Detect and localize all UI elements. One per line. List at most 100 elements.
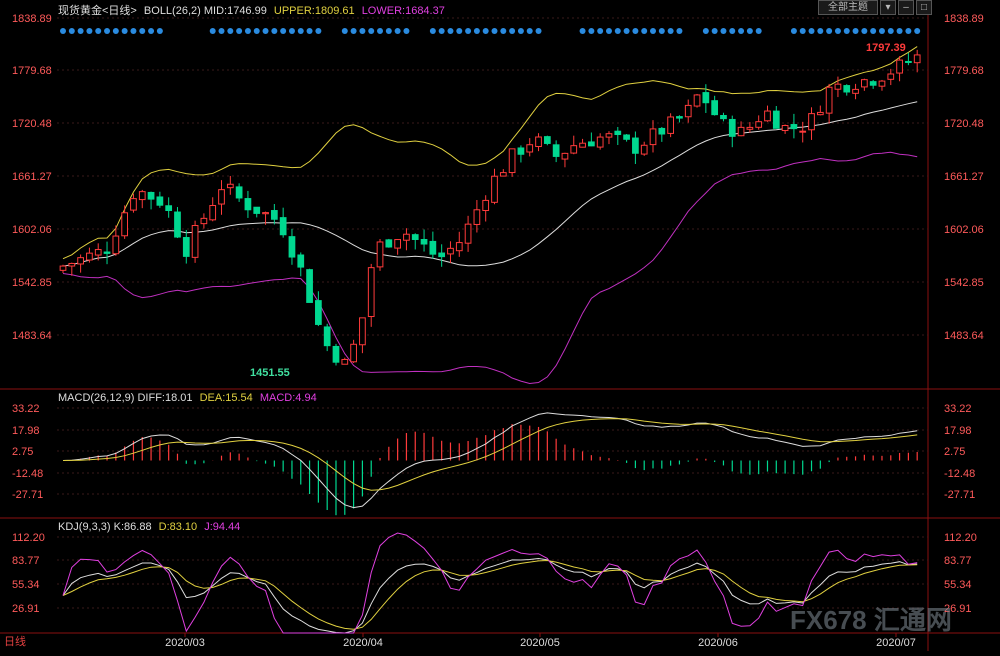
macd-y-tick-right: -12.48	[944, 468, 975, 480]
candle-body	[182, 237, 190, 257]
x-tick-label: 2020/03	[165, 637, 205, 649]
maximize-icon[interactable]: □	[916, 0, 932, 15]
signal-dot	[130, 28, 137, 34]
candle-body	[684, 104, 692, 118]
candle-body	[174, 211, 181, 238]
signal-dot	[368, 28, 375, 34]
signal-dot	[799, 28, 806, 34]
price-y-tick-right: 1720.48	[944, 118, 984, 130]
candle-body	[438, 252, 446, 258]
watermark: FX678 汇通网	[790, 605, 952, 635]
signal-dot	[526, 28, 533, 34]
boll-lower-line	[62, 151, 918, 385]
candle-body	[737, 126, 745, 137]
candle-body	[579, 142, 586, 148]
candle-body	[790, 124, 798, 130]
signal-dot	[473, 28, 480, 34]
candle-body	[825, 86, 833, 114]
signal-dot	[623, 28, 630, 34]
candles	[59, 49, 921, 366]
candle-body	[59, 265, 67, 271]
candle-body	[341, 358, 349, 365]
candle-body	[191, 225, 199, 258]
candle-body	[288, 236, 296, 258]
candle-body	[508, 148, 516, 174]
signal-dot	[148, 28, 155, 34]
macd-label: MACD(26,12,9)	[58, 392, 135, 404]
signal-dot	[746, 28, 753, 34]
candle-body	[68, 262, 76, 267]
signal-dot	[808, 28, 815, 34]
candle-body	[323, 326, 331, 347]
period-tab[interactable]: 日线	[4, 633, 26, 649]
candle-body	[517, 147, 525, 155]
candle-body	[279, 217, 287, 236]
signal-dot	[896, 28, 903, 34]
macd-y-tick-left: 33.22	[12, 403, 40, 415]
candle-body	[77, 257, 84, 265]
kdj-y-tick-left: 55.34	[12, 579, 40, 591]
signal-dot	[579, 28, 586, 34]
signal-dot	[86, 28, 93, 34]
price-y-tick-right: 1661.27	[944, 171, 984, 183]
price-y-tick-right: 1483.64	[944, 330, 984, 342]
candle-body	[905, 60, 912, 63]
macd-y-tick-left: 2.75	[12, 446, 33, 458]
signal-dot	[605, 28, 612, 34]
high-annotation: 1797.39	[866, 42, 906, 54]
candle-body	[860, 79, 868, 88]
signal-dot	[641, 28, 648, 34]
signal-dot	[253, 28, 260, 34]
theme-button[interactable]: 全部主题	[818, 0, 878, 15]
kdj-d-label: D:83.10	[158, 521, 198, 533]
macd-y-tick-right: 2.75	[944, 446, 965, 458]
candle-body	[535, 136, 542, 148]
signal-dot	[60, 28, 66, 34]
price-y-tick-right: 1602.06	[944, 224, 984, 236]
kdj-y-tick-left: 112.20	[12, 532, 45, 544]
price-y-tick-left: 1779.68	[12, 65, 52, 77]
signal-dot	[852, 28, 859, 34]
signal-dot	[914, 28, 921, 34]
candle-body	[526, 144, 534, 153]
candle-body	[869, 81, 877, 86]
candle-body	[764, 110, 771, 122]
macd-y-tick-left: 17.98	[12, 425, 40, 437]
candle-body	[156, 196, 164, 206]
minimize-icon[interactable]: –	[898, 0, 914, 15]
signal-dot	[614, 28, 621, 34]
signal-dot	[209, 28, 216, 34]
signal-dot	[878, 28, 885, 34]
kdj-header: KDJ(9,3,3) K:86.88 D:83.10 J:94.44	[58, 521, 240, 533]
signal-dot	[297, 28, 304, 34]
signal-dot	[843, 28, 850, 34]
candle-body	[200, 217, 208, 225]
candle-body	[482, 199, 490, 212]
macd-panel	[62, 412, 918, 516]
signal-dot	[632, 28, 639, 34]
dropdown-icon[interactable]: ▾	[880, 0, 896, 15]
kdj-k-label: K:86.88	[113, 521, 152, 533]
macd-value-label: MACD:4.94	[259, 392, 317, 404]
chart-svg: 1838.89 1838.89 1779.68 1779.68 1720.48 1720.…	[0, 0, 1000, 651]
signal-dot	[359, 28, 366, 34]
candle-body	[94, 249, 102, 256]
signal-dot	[104, 28, 111, 34]
candle-body	[306, 269, 313, 303]
signal-dot	[720, 28, 727, 34]
kdj-label: KDJ(9,3,3)	[58, 521, 111, 533]
signal-dot	[711, 28, 718, 34]
signal-dot	[790, 28, 797, 34]
candle-body	[403, 233, 410, 241]
signal-dot	[491, 28, 498, 34]
price-y-tick-right: 1542.85	[944, 277, 984, 289]
signal-dot	[535, 28, 542, 34]
candle-body	[262, 212, 269, 215]
candle-body	[385, 239, 393, 248]
candle-body	[253, 206, 261, 214]
candle-body	[614, 130, 622, 136]
period-label[interactable]: <日线>	[102, 5, 137, 17]
kdj-y-tick-left: 26.91	[12, 603, 40, 615]
candle-body	[86, 252, 93, 261]
candle-body	[746, 126, 754, 130]
